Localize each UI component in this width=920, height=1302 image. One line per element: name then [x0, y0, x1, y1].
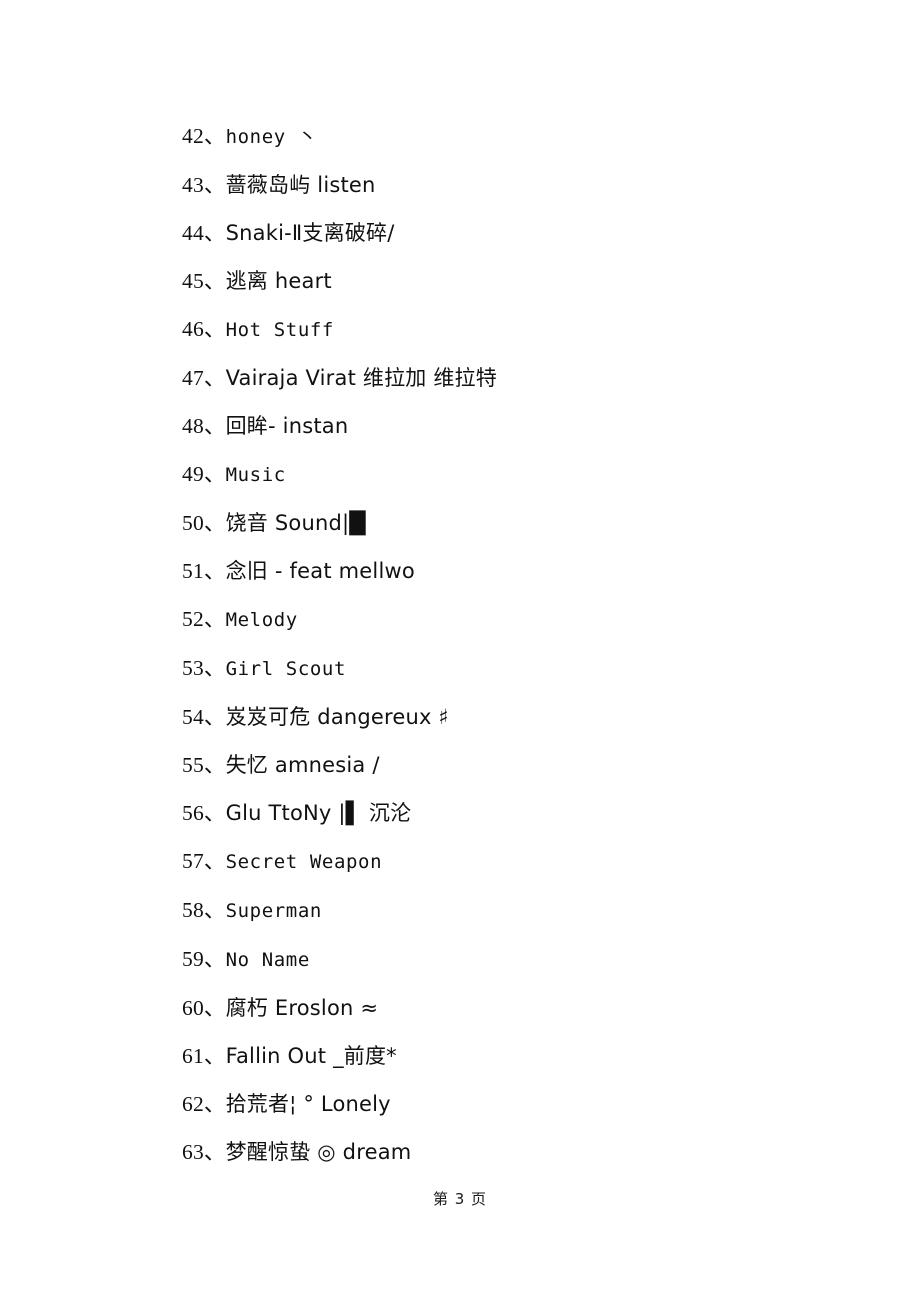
list-item-index: 53、	[182, 656, 226, 680]
list-item: 48、回眸- instan	[182, 402, 842, 450]
list-item-text: 蔷薇岛屿 listen	[225, 173, 376, 197]
list-item-index: 47、	[182, 366, 226, 390]
list-item-text: 拾荒者¦ ° Lonely	[225, 1092, 391, 1116]
list-item-index: 44、	[182, 221, 226, 245]
list-item-text: Superman	[225, 900, 322, 922]
list-item-index: 52、	[182, 607, 226, 631]
list-item: 56、Glu TtoNy |▌ 沉沦	[182, 789, 842, 837]
numbered-list: 42、honey 丶 43、蔷薇岛屿 listen 44、Snaki-Ⅱ支离破碎…	[182, 112, 842, 1176]
list-item: 61、Fallin Out _前度*	[182, 1032, 842, 1080]
list-item-text: 念旧 - feat mellwo	[225, 559, 415, 583]
list-item: 51、念旧 - feat mellwo	[182, 547, 842, 595]
list-item-index: 43、	[182, 173, 226, 197]
list-item-text: Vairaja Virat 维拉加 维拉特	[225, 366, 497, 390]
list-item-index: 45、	[182, 269, 226, 293]
list-item: 44、Snaki-Ⅱ支离破碎/	[182, 209, 842, 257]
list-item: 62、拾荒者¦ ° Lonely	[182, 1080, 842, 1128]
list-item-index: 61、	[182, 1044, 226, 1068]
list-item-text: 逃离 heart	[225, 269, 332, 293]
list-item-text: 回眸- instan	[225, 414, 349, 438]
list-item: 50、饶音 Sound|█	[182, 499, 842, 547]
list-item-text: No Name	[225, 949, 310, 971]
list-item-text: Music	[225, 464, 286, 486]
list-item-index: 46、	[182, 317, 226, 341]
list-item-index: 49、	[182, 462, 226, 486]
list-item-index: 54、	[182, 705, 226, 729]
list-item-index: 63、	[182, 1140, 226, 1164]
list-item-text: 梦醒惊蛰 ◎ dream	[225, 1140, 412, 1164]
list-item: 63、梦醒惊蛰 ◎ dream	[182, 1128, 842, 1176]
list-item-text: 失忆 amnesia /	[225, 753, 380, 777]
list-item-text: honey 丶	[225, 126, 318, 148]
list-item: 52、Melody	[182, 595, 842, 644]
list-item-index: 55、	[182, 753, 226, 777]
list-item: 60、腐朽 Eroslon ≈	[182, 984, 842, 1032]
list-item-text: Secret Weapon	[225, 851, 383, 873]
list-item-text: Snaki-Ⅱ支离破碎/	[225, 221, 395, 245]
list-item: 47、Vairaja Virat 维拉加 维拉特	[182, 354, 842, 402]
list-item-index: 57、	[182, 849, 226, 873]
list-item-text: 岌岌可危 dangereux ♯	[225, 705, 449, 729]
list-item-text: Glu TtoNy |▌ 沉沦	[225, 801, 412, 825]
list-item: 58、Superman	[182, 886, 842, 935]
list-item-text: Girl Scout	[225, 658, 346, 680]
list-item-index: 50、	[182, 511, 226, 535]
list-item-text: Fallin Out _前度*	[225, 1044, 397, 1068]
list-item: 45、逃离 heart	[182, 257, 842, 305]
list-item-index: 48、	[182, 414, 226, 438]
list-item: 55、失忆 amnesia /	[182, 741, 842, 789]
list-item: 54、岌岌可危 dangereux ♯	[182, 693, 842, 741]
list-item-text: Melody	[225, 609, 298, 631]
list-item-index: 42、	[182, 124, 226, 148]
list-item-index: 51、	[182, 559, 226, 583]
list-item: 43、蔷薇岛屿 listen	[182, 161, 842, 209]
list-item-index: 60、	[182, 996, 226, 1020]
list-item-index: 62、	[182, 1092, 226, 1116]
list-item-text: Hot Stuff	[225, 319, 334, 341]
list-item-index: 56、	[182, 801, 226, 825]
list-item: 59、No Name	[182, 935, 842, 984]
list-item-text: 腐朽 Eroslon ≈	[225, 996, 379, 1020]
list-item: 49、Music	[182, 450, 842, 499]
list-item: 53、Girl Scout	[182, 644, 842, 693]
list-item-index: 59、	[182, 947, 226, 971]
list-item: 57、Secret Weapon	[182, 837, 842, 886]
list-item-text: 饶音 Sound|█	[225, 511, 366, 535]
page-footer: 第 3 页	[432, 1190, 488, 1208]
list-item: 46、Hot Stuff	[182, 305, 842, 354]
document-page: 42、honey 丶 43、蔷薇岛屿 listen 44、Snaki-Ⅱ支离破碎…	[0, 0, 920, 1302]
list-item-index: 58、	[182, 898, 226, 922]
list-item: 42、honey 丶	[182, 112, 842, 161]
